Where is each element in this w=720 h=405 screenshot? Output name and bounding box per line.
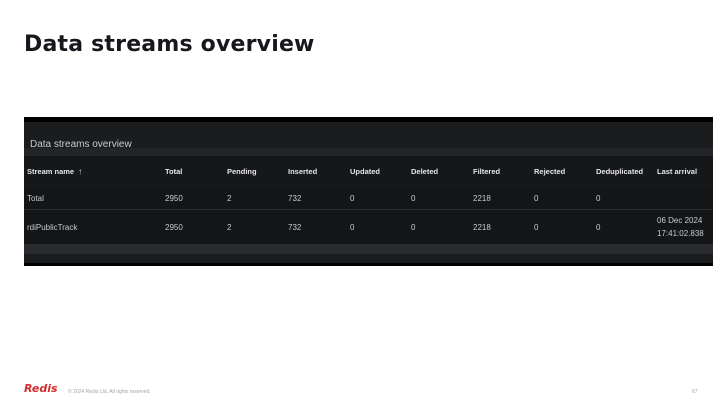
- copyright-text: © 2024 Redis Ltd. All rights reserved.: [68, 389, 151, 395]
- column-header-deleted[interactable]: Deleted: [411, 156, 438, 187]
- panel-bottom-border: [24, 263, 713, 266]
- cell-total: 2950: [165, 193, 183, 203]
- last-arrival-date: 06 Dec 2024: [657, 216, 703, 225]
- cell-rejected: 0: [534, 193, 539, 203]
- cell-inserted: 732: [288, 222, 302, 232]
- table-header-row: Stream name ↑ Total Pending Inserted Upd…: [24, 156, 713, 188]
- slide-title: Data streams overview: [24, 32, 315, 57]
- last-arrival-time: 17:41:02.838: [657, 229, 704, 238]
- cell-stream-name[interactable]: rdiPublicTrack: [27, 210, 77, 244]
- data-streams-panel: Data streams overview Stream name ↑ Tota…: [24, 117, 713, 266]
- column-header-deduplicated[interactable]: Deduplicated: [596, 156, 643, 187]
- redis-logo: Redis: [24, 382, 58, 395]
- column-header-label: Stream name: [27, 167, 75, 176]
- column-header-rejected[interactable]: Rejected: [534, 156, 565, 187]
- panel-footer-band-lower: [24, 254, 713, 263]
- column-header-pending[interactable]: Pending: [227, 156, 257, 187]
- column-header-inserted[interactable]: Inserted: [288, 156, 317, 187]
- cell-rejected: 0: [534, 222, 539, 232]
- cell-deduplicated: 0: [596, 222, 601, 232]
- cell-pending: 2: [227, 222, 232, 232]
- panel-divider-strip: [24, 148, 713, 156]
- cell-total: 2950: [165, 222, 183, 232]
- cell-last-arrival: 06 Dec 2024 17:41:02.838: [657, 210, 704, 244]
- page-number: 67: [692, 389, 698, 395]
- column-header-last-arrival[interactable]: Last arrival: [657, 156, 697, 187]
- cell-updated: 0: [350, 222, 355, 232]
- column-header-updated[interactable]: Updated: [350, 156, 380, 187]
- cell-deleted: 0: [411, 193, 416, 203]
- cell-updated: 0: [350, 193, 355, 203]
- column-header-filtered[interactable]: Filtered: [473, 156, 500, 187]
- slide: Data streams overview Data streams overv…: [0, 0, 720, 405]
- cell-deleted: 0: [411, 222, 416, 232]
- cell-inserted: 732: [288, 193, 302, 203]
- cell-stream-name: Total: [27, 193, 44, 203]
- cell-filtered: 2218: [473, 222, 491, 232]
- table-row-stream[interactable]: rdiPublicTrack 2950 2 732 0 0 2218 0 0 0…: [24, 210, 713, 244]
- table-row-total[interactable]: Total 2950 2 732 0 0 2218 0 0: [24, 187, 713, 210]
- cell-deduplicated: 0: [596, 193, 601, 203]
- column-header-total[interactable]: Total: [165, 156, 182, 187]
- column-header-stream-name[interactable]: Stream name ↑: [27, 156, 82, 187]
- panel-footer-band: [24, 244, 713, 254]
- cell-filtered: 2218: [473, 193, 491, 203]
- cell-pending: 2: [227, 193, 232, 203]
- sort-ascending-icon[interactable]: ↑: [78, 167, 82, 176]
